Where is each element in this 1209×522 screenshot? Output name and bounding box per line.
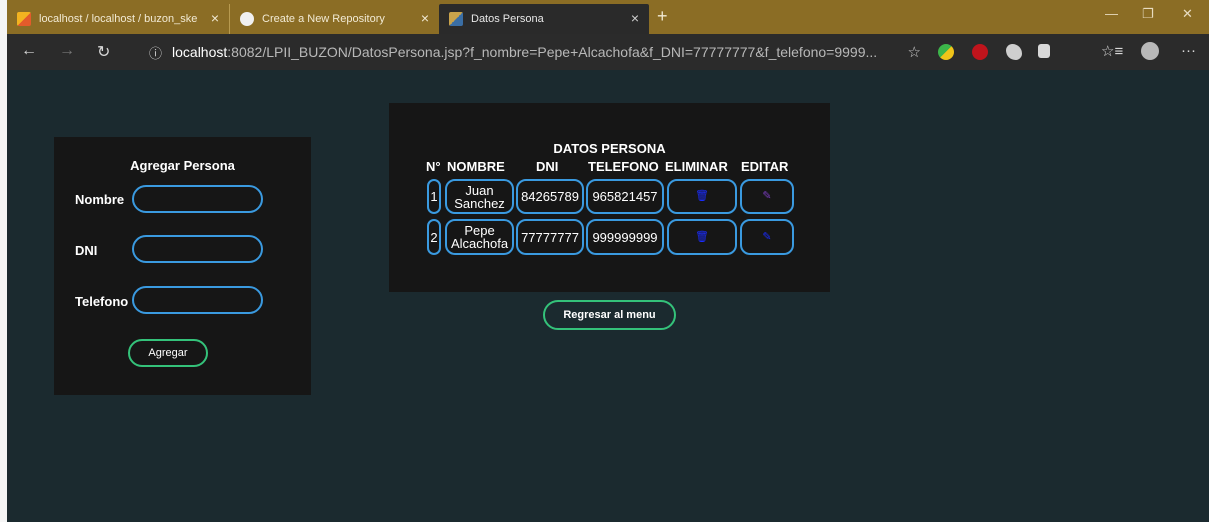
collections-icon[interactable]: [1038, 44, 1050, 58]
table-row-2-telefono: 999999999: [586, 219, 664, 255]
restore-icon[interactable]: ❐: [1142, 6, 1154, 22]
table-row-2-num: 2: [427, 219, 441, 255]
dni-input[interactable]: [132, 235, 263, 263]
back-arrow-icon[interactable]: ←: [21, 42, 37, 60]
page-favicon-icon: [449, 12, 463, 26]
close-tab-icon[interactable]: ×: [421, 10, 429, 26]
url-host: localhost: [172, 44, 228, 60]
browser-toolbar: ← → ↻ ⓘ localhost :8082/LPII_BUZON/Datos…: [7, 34, 1209, 70]
star-icon[interactable]: ☆: [908, 43, 921, 61]
extension-icon[interactable]: [938, 44, 954, 60]
trash-icon: 🗑: [695, 190, 709, 202]
table-row-1-nombre: Juan Sanchez: [445, 179, 514, 214]
close-window-icon[interactable]: ✕: [1182, 6, 1193, 22]
phpmyadmin-icon: [17, 12, 31, 26]
edit-button[interactable]: ✎: [740, 179, 794, 214]
url-path: :8082/LPII_BUZON/DatosPersona.jsp?f_nomb…: [227, 44, 878, 60]
dni-label: DNI: [75, 243, 98, 258]
table-row-2-dni: 77777777: [516, 219, 584, 255]
tab-label: Create a New Repository: [262, 13, 385, 25]
agregar-button[interactable]: Agregar: [128, 339, 208, 367]
address-bar[interactable]: ⓘ localhost :8082/LPII_BUZON/DatosPerson…: [137, 39, 927, 65]
header-nombre: NOMBRE: [447, 159, 505, 174]
github-icon: [240, 12, 254, 26]
tab-strip: localhost / localhost / buzon_ske × Crea…: [7, 0, 1209, 34]
favorites-icon[interactable]: ☆≡: [1101, 42, 1123, 60]
new-tab-button[interactable]: +: [657, 6, 668, 27]
browser-window: localhost / localhost / buzon_ske × Crea…: [7, 0, 1209, 522]
delete-button[interactable]: 🗑: [667, 219, 737, 255]
header-num: N°: [426, 159, 441, 174]
pencil-icon: ✎: [762, 190, 772, 202]
tab-create-repository[interactable]: Create a New Repository ×: [229, 4, 439, 34]
form-title: Agregar Persona: [130, 158, 235, 173]
table-row-1-num: 1: [427, 179, 441, 214]
profile-icon[interactable]: [1141, 42, 1159, 60]
telefono-input[interactable]: [132, 286, 263, 314]
add-person-form: Agregar Persona Nombre DNI Telefono Agre…: [54, 137, 311, 395]
header-telefono: TELEFONO: [588, 159, 659, 174]
page-info-icon[interactable]: ⓘ: [149, 43, 162, 62]
header-eliminar: ELIMINAR: [665, 159, 728, 174]
header-editar: EDITAR: [741, 159, 789, 174]
minimize-icon[interactable]: —: [1105, 6, 1118, 21]
trash-icon: 🗑: [695, 230, 709, 243]
datos-persona-table: DATOS PERSONA N° NOMBRE DNI TELEFONO ELI…: [389, 103, 830, 292]
forward-arrow-icon[interactable]: →: [59, 42, 75, 60]
ublock-icon[interactable]: [972, 44, 988, 60]
delete-button[interactable]: 🗑: [667, 179, 737, 214]
tab-label: localhost / localhost / buzon_ske: [39, 13, 198, 25]
reload-icon[interactable]: ↻: [97, 42, 110, 62]
header-dni: DNI: [536, 159, 559, 174]
table-row-1-telefono: 965821457: [586, 179, 664, 214]
nombre-label: Nombre: [75, 192, 125, 207]
edit-button[interactable]: ✎: [740, 219, 794, 255]
tab-phpmyadmin[interactable]: localhost / localhost / buzon_ske ×: [7, 4, 229, 34]
close-tab-icon[interactable]: ×: [631, 10, 639, 26]
tab-datos-persona[interactable]: Datos Persona ×: [439, 4, 649, 34]
close-tab-icon[interactable]: ×: [211, 10, 219, 26]
telefono-label: Telefono: [75, 294, 129, 309]
nombre-input[interactable]: [132, 185, 263, 213]
more-icon[interactable]: ···: [1181, 42, 1196, 59]
table-row-2-nombre: Pepe Alcachofa: [445, 219, 514, 255]
pencil-icon: ✎: [762, 230, 772, 243]
page-content: Agregar Persona Nombre DNI Telefono Agre…: [7, 70, 1209, 522]
regresar-menu-button[interactable]: Regresar al menu: [543, 300, 676, 330]
extension-icon[interactable]: [1006, 44, 1022, 60]
table-row-1-dni: 84265789: [516, 179, 584, 214]
tab-label: Datos Persona: [471, 13, 544, 25]
table-title: DATOS PERSONA: [553, 141, 666, 156]
